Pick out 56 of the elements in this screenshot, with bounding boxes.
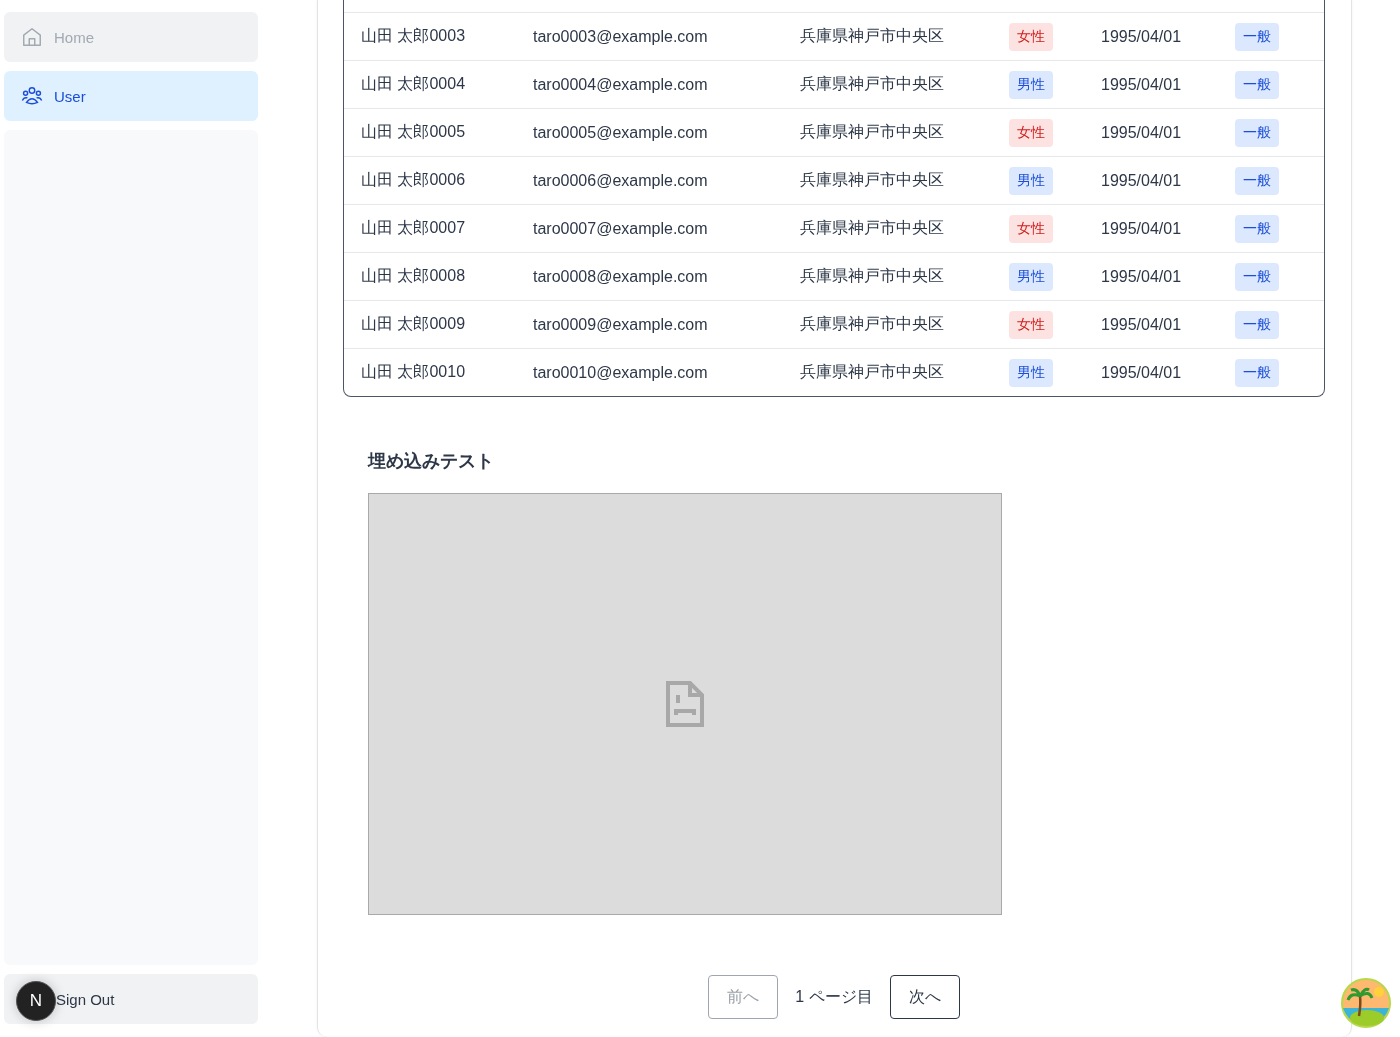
role-badge: 一般 [1235,214,1279,243]
table-cell-text: taro0010@example.com [533,363,709,382]
role-badge: 一般 [1235,22,1279,51]
section-heading: 埋め込みテスト [368,450,495,473]
island-avatar-drawing[interactable] [1341,978,1391,1028]
table-cell-text: taro0004@example.com [533,75,709,94]
table-cell-text: 兵庫県神戸市中央区 [800,362,945,382]
table-cell-text: taro0006@example.com [533,171,709,190]
table-cell-text: 山田 太郎0010 [361,362,467,382]
home-icon [21,26,43,48]
page-indicator: 1 ページ目 [795,986,873,1007]
table-cell-text: 山田 太郎0008 [361,266,467,286]
users-icon [21,85,43,107]
table-cell-text: taro0009@example.com [533,315,709,334]
gender-badge: 男性 [1009,358,1053,387]
table-cell-text: 1995/04/01 [1101,75,1183,94]
gender-badge: 女性 [1009,22,1053,51]
table-cell-text: 山田 太郎0006 [361,170,467,190]
gender-badge: 男性 [1009,262,1053,291]
role-badge: 一般 [1235,358,1279,387]
gender-badge: 女性 [1009,310,1053,339]
table-cell-text: 兵庫県神戸市中央区 [800,314,945,334]
table-cell-text: 兵庫県神戸市中央区 [800,74,945,94]
table-cell-text: taro0003@example.com [533,27,709,46]
role-badge: 一般 [1235,70,1279,99]
table-cell-text: 兵庫県神戸市中央区 [800,266,945,286]
table-cell-text: 兵庫県神戸市中央区 [800,122,945,142]
table-cell-text: 兵庫県神戸市中央区 [800,170,945,190]
role-badge: 一般 [1235,118,1279,147]
gender-badge: 男性 [1009,166,1053,195]
next-button[interactable]: 次へ [889,975,960,1019]
table-cell-text: 1995/04/01 [1101,123,1183,142]
table-cell-text: 1995/04/01 [1101,363,1183,382]
table-cell-text: taro0008@example.com [533,267,709,286]
table-cell-text: 1995/04/01 [1101,171,1183,190]
table-cell-text: 1995/04/01 [1101,27,1183,46]
table-cell-text: 山田 太郎0009 [361,314,467,334]
nav-item[interactable]: User [4,71,258,121]
table-cell-text: 山田 太郎0003 [361,26,467,46]
table-cell-text: 兵庫県神戸市中央区 [800,26,945,46]
table-cell-text: 1995/04/01 [1101,315,1183,334]
role-badge: 一般 [1235,262,1279,291]
table-cell-text: taro0005@example.com [533,123,709,142]
gender-badge: 女性 [1009,118,1053,147]
gender-badge: 男性 [1009,70,1053,99]
role-badge: 一般 [1235,310,1279,339]
table-cell-text: taro0007@example.com [533,219,709,238]
table-cell-text: 山田 太郎0005 [361,122,467,142]
table-cell-text: 山田 太郎0004 [361,74,467,94]
table-cell-text: 山田 太郎0007 [361,218,467,238]
role-badge: 一般 [1235,166,1279,195]
table-cell-text: 1995/04/01 [1101,219,1183,238]
broken-file-icon [666,681,704,727]
table-cell-text: 1995/04/01 [1101,267,1183,286]
table-cell-text: 兵庫県神戸市中央区 [800,218,945,238]
gender-badge: 女性 [1009,214,1053,243]
